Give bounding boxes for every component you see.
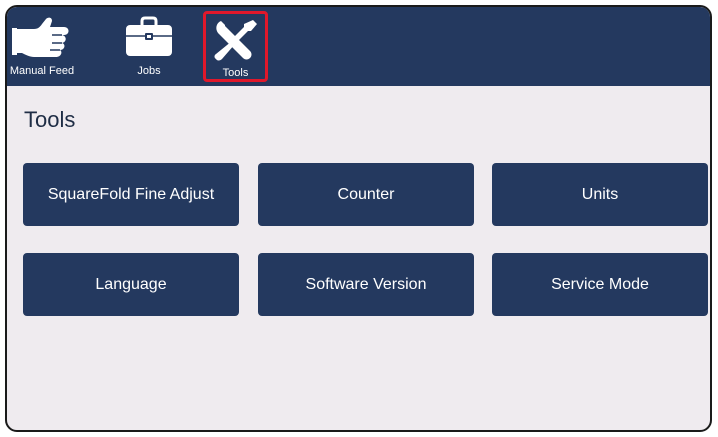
nav-manual-feed[interactable]: Manual Feed <box>9 11 75 83</box>
counter-button[interactable]: Counter <box>258 163 474 226</box>
software-version-button[interactable]: Software Version <box>258 253 474 316</box>
top-nav-bar: Manual Feed Jobs Tools <box>7 7 710 86</box>
wrench-screwdriver-icon <box>213 14 259 65</box>
nav-jobs[interactable]: Jobs <box>116 11 182 83</box>
nav-label: Manual Feed <box>9 65 75 77</box>
service-mode-button[interactable]: Service Mode <box>492 253 708 316</box>
nav-label: Jobs <box>137 65 161 77</box>
page-title: Tools <box>24 107 76 132</box>
nav-tools[interactable]: Tools <box>203 11 268 82</box>
squarefold-fine-adjust-button[interactable]: SquareFold Fine Adjust <box>23 163 239 226</box>
briefcase-icon <box>124 11 174 63</box>
units-button[interactable]: Units <box>492 163 708 226</box>
hand-icon <box>12 11 72 63</box>
app-window: Manual Feed Jobs Tools Tools SquareFold … <box>5 5 712 432</box>
language-button[interactable]: Language <box>23 253 239 316</box>
nav-label: Tools <box>222 67 249 79</box>
